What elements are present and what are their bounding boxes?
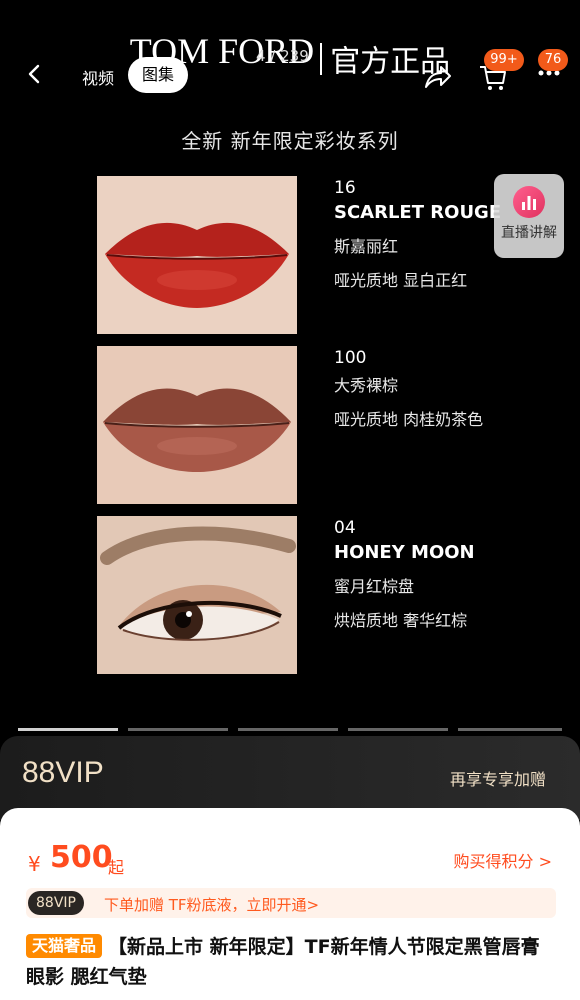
product-card: ¥ 500 起 购买得积分 > 88VIP 下单加赠 TF粉底液，立即开通> 天… bbox=[0, 808, 580, 1000]
vip-promo-bar[interactable]: 88VIP 下单加赠 TF粉底液，立即开通> bbox=[26, 888, 556, 918]
lip-swatch-scarlet bbox=[97, 176, 297, 334]
vip-tag: 88VIP bbox=[28, 891, 84, 915]
product-info-2: 100 大秀裸棕 哑光质地 肉桂奶茶色 bbox=[334, 348, 483, 430]
collection-subtitle: 全新 新年限定彩妆系列 bbox=[181, 129, 399, 153]
shade-name-cn: 大秀裸棕 bbox=[334, 376, 399, 395]
live-explain-button[interactable]: 直播讲解 bbox=[494, 174, 564, 258]
tmall-luxury-tag: 天猫奢品 bbox=[26, 934, 103, 958]
product-info-1: 16 SCARLET ROUGE 斯嘉丽红 哑光质地 显白正红 bbox=[334, 178, 501, 291]
shade-name-cn: 斯嘉丽红 bbox=[334, 237, 399, 256]
shade-description: 哑光质地 肉桂奶茶色 bbox=[334, 410, 484, 429]
price-value: 500 bbox=[50, 840, 113, 875]
points-link[interactable]: 购买得积分 > bbox=[454, 848, 553, 872]
gallery-indicator bbox=[458, 728, 562, 731]
live-label: 直播讲解 bbox=[501, 225, 557, 241]
lip-swatch-nude bbox=[97, 346, 297, 504]
price-suffix: 起 bbox=[108, 858, 125, 877]
top-bar: 视频 图集 4 / 239 99+ 76 bbox=[0, 47, 580, 99]
price-currency: ¥ bbox=[28, 852, 41, 876]
gallery-indicator bbox=[348, 728, 448, 731]
share-icon[interactable] bbox=[422, 63, 452, 91]
vip-gift-text: 再享专享加赠 bbox=[449, 770, 546, 789]
shade-name: HONEY MOON bbox=[334, 542, 475, 563]
product-title-text: 【新品上市 新年限定】TF新年情人节限定黑管唇膏 眼影 腮红气垫 bbox=[26, 936, 540, 988]
back-arrow-icon[interactable] bbox=[24, 63, 46, 85]
tab-gallery[interactable]: 图集 bbox=[128, 57, 188, 93]
gallery-indicator bbox=[18, 728, 118, 731]
product-info-3: 04 HONEY MOON 蜜月红棕盘 烘焙质地 奢华红棕 bbox=[334, 518, 475, 631]
cart-badge: 99+ bbox=[484, 49, 524, 71]
tab-video[interactable]: 视频 bbox=[82, 65, 114, 89]
product-title: 天猫奢品 【新品上市 新年限定】TF新年情人节限定黑管唇膏 眼影 腮红气垫 bbox=[26, 932, 556, 992]
live-icon bbox=[513, 186, 545, 218]
eye-swatch-honey-moon bbox=[97, 516, 297, 674]
shade-code: 100 bbox=[334, 348, 367, 368]
shade-description: 哑光质地 显白正红 bbox=[334, 271, 468, 290]
product-gallery[interactable]: TOM FORD 官方正品 视频 图集 4 / 239 99+ 76 全新 新年限… bbox=[0, 0, 580, 760]
shade-name: SCARLET ROUGE bbox=[334, 202, 502, 223]
gallery-indicator bbox=[238, 728, 338, 731]
promo-text: 下单加赠 TF粉底液，立即开通> bbox=[104, 896, 320, 914]
shade-name-cn: 蜜月红棕盘 bbox=[334, 577, 415, 596]
vip-logo: 88VIP bbox=[22, 756, 104, 789]
more-badge: 76 bbox=[538, 49, 568, 71]
shade-description: 烘焙质地 奢华红棕 bbox=[334, 611, 468, 630]
shade-code: 16 bbox=[334, 178, 356, 198]
gallery-indicator bbox=[128, 728, 228, 731]
shade-code: 04 bbox=[334, 518, 356, 538]
image-counter: 4 / 239 bbox=[256, 47, 309, 65]
